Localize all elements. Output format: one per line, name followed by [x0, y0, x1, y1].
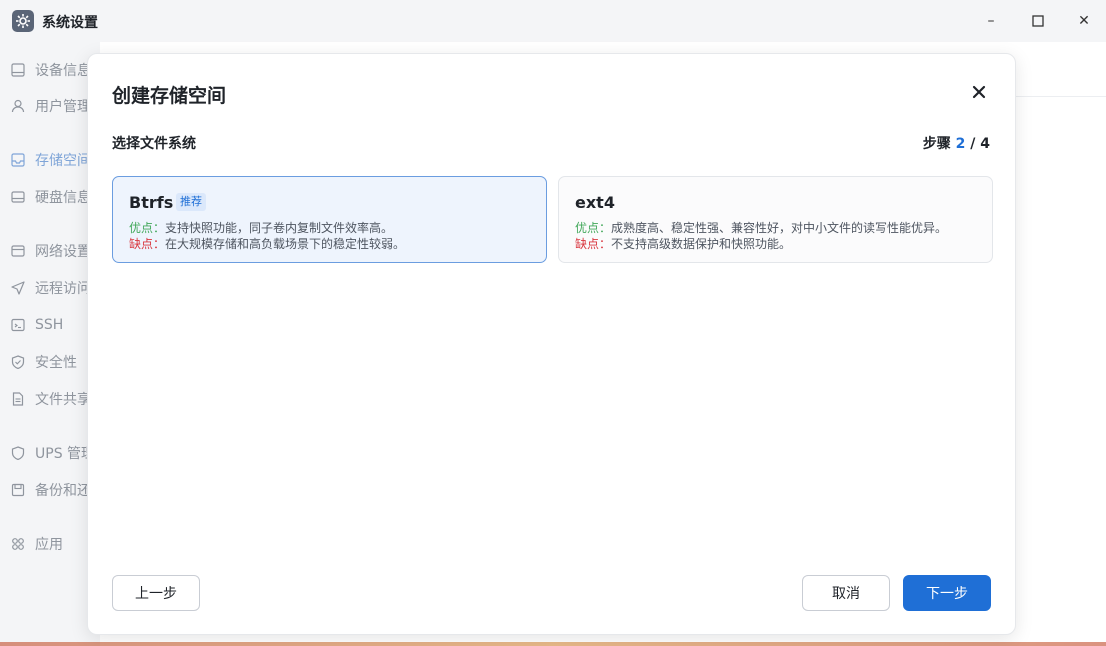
sidebar-item-remote[interactable]: 远程访问	[10, 278, 91, 298]
option-name: Btrfs	[129, 193, 174, 212]
user-icon	[10, 98, 26, 114]
section-title: 选择文件系统	[112, 136, 196, 152]
sidebar-item-users[interactable]: 用户管理	[10, 96, 91, 116]
shield-icon	[10, 354, 26, 370]
storage-icon	[10, 152, 26, 168]
ups-icon	[10, 445, 26, 461]
backup-icon	[10, 482, 26, 498]
sidebar-item-label: SSH	[35, 317, 64, 333]
minimize-button[interactable]: –	[977, 8, 1005, 34]
sidebar-item-label: 网络设置	[35, 244, 91, 260]
sidebar-item-label: 用户管理	[35, 99, 91, 115]
close-icon	[972, 85, 986, 99]
cons-text: 不支持高级数据保护和快照功能。	[611, 237, 792, 251]
pros-text: 支持快照功能，同子卷内复制文件效率高。	[165, 221, 394, 235]
dialog-close-button[interactable]	[969, 82, 989, 102]
recommended-badge: 推荐	[176, 193, 206, 211]
sidebar: 设备信息 用户管理 存储空间 硬盘信息 网络设置 远程访问 SSH 安全性 文件…	[0, 42, 105, 646]
sidebar-item-network[interactable]: 网络设置	[10, 241, 91, 261]
step-indicator: 步骤 2 / 4	[923, 133, 990, 153]
sidebar-item-security[interactable]: 安全性	[10, 352, 77, 372]
cons-text: 在大规模存储和高负载场景下的稳定性较弱。	[165, 237, 406, 251]
step-prefix: 步骤	[922, 136, 956, 152]
cons-label: 缺点：	[129, 237, 166, 251]
sidebar-item-label: 存储空间	[35, 153, 91, 169]
sidebar-item-label: 安全性	[35, 355, 77, 371]
device-icon	[10, 62, 26, 78]
pros-label: 优点：	[129, 221, 166, 235]
sidebar-item-file-sharing[interactable]: 文件共享	[10, 389, 91, 409]
next-step-button[interactable]: 下一步	[903, 575, 991, 611]
disk-icon	[10, 189, 26, 205]
option-cons: 缺点：不支持高级数据保护和快照功能。	[575, 235, 791, 252]
sidebar-item-apps[interactable]: 应用	[10, 534, 63, 554]
pros-text: 成熟度高、稳定性强、兼容性好，对中小文件的读写性能优异。	[611, 221, 948, 235]
pros-label: 优点：	[575, 221, 612, 235]
cons-label: 缺点：	[575, 237, 612, 251]
filesystem-option-ext4[interactable]: ext4 优点：成熟度高、稳定性强、兼容性好，对中小文件的读写性能优异。 缺点：…	[558, 176, 993, 263]
terminal-icon	[10, 317, 26, 333]
window-title: 系统设置	[42, 15, 98, 31]
close-window-button[interactable]: ✕	[1070, 8, 1098, 34]
sidebar-item-device-info[interactable]: 设备信息	[10, 60, 91, 80]
taskbar-edge	[0, 642, 1106, 646]
sidebar-item-label: 设备信息	[35, 63, 91, 79]
option-cons: 缺点：在大规模存储和高负载场景下的稳定性较弱。	[129, 235, 405, 252]
create-storage-dialog: 创建存储空间 选择文件系统 步骤 2 / 4 Btrfs 推荐 优点：支持快照功…	[87, 53, 1016, 635]
sidebar-item-label: 文件共享	[35, 392, 91, 408]
maximize-icon	[1032, 15, 1044, 27]
gear-icon	[12, 10, 34, 32]
step-total: 4	[980, 136, 990, 152]
maximize-button[interactable]	[1024, 8, 1052, 34]
option-pros: 优点：成熟度高、稳定性强、兼容性好，对中小文件的读写性能优异。	[575, 219, 947, 236]
filesystem-option-btrfs[interactable]: Btrfs 推荐 优点：支持快照功能，同子卷内复制文件效率高。 缺点：在大规模存…	[112, 176, 547, 263]
step-separator: /	[965, 136, 981, 152]
option-name: ext4	[575, 193, 615, 212]
network-icon	[10, 243, 26, 259]
step-current: 2	[955, 136, 966, 152]
previous-step-button[interactable]: 上一步	[112, 575, 200, 611]
title-bar: 系统设置 – ✕	[0, 0, 1106, 42]
sidebar-item-disk[interactable]: 硬盘信息	[10, 187, 91, 207]
sidebar-item-storage[interactable]: 存储空间	[10, 150, 91, 170]
sidebar-item-ups[interactable]: UPS 管理	[10, 443, 95, 463]
dialog-title: 创建存储空间	[112, 85, 227, 107]
option-pros: 优点：支持快照功能，同子卷内复制文件效率高。	[129, 219, 393, 236]
sidebar-item-ssh[interactable]: SSH	[10, 315, 63, 335]
apps-icon	[10, 536, 26, 552]
sidebar-item-label: 硬盘信息	[35, 190, 91, 206]
cancel-button[interactable]: 取消	[802, 575, 890, 611]
document-icon	[10, 391, 26, 407]
send-icon	[10, 280, 26, 296]
sidebar-item-label: 远程访问	[35, 281, 91, 297]
sidebar-item-label: 应用	[35, 537, 63, 553]
